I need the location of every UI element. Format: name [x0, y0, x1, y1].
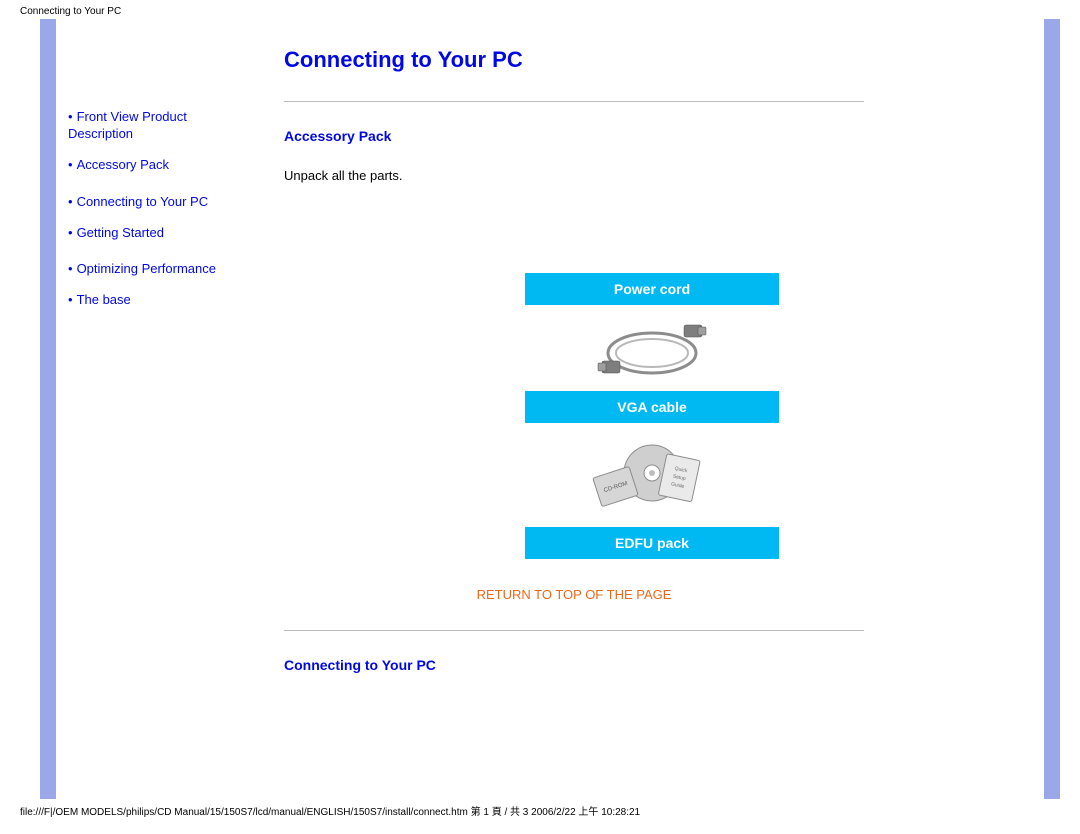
- vga-cable-label: VGA cable: [525, 391, 779, 423]
- bullet-icon: •: [68, 261, 77, 276]
- sidebar-item-label: Connecting to Your PC: [77, 194, 209, 209]
- cable-icon: [592, 313, 712, 383]
- sidebar-item-label: The base: [77, 292, 131, 307]
- bullet-icon: •: [68, 157, 77, 172]
- sidebar-item-accessory-pack[interactable]: •Accessory Pack: [68, 157, 244, 174]
- power-cord-label: Power cord: [525, 273, 779, 305]
- main-content: Connecting to Your PC Accessory Pack Unp…: [256, 19, 1044, 799]
- cd-and-booklet-icon: CD-ROM Quick Setup Guide: [592, 435, 712, 515]
- divider: [284, 630, 864, 631]
- page-title: Connecting to Your PC: [284, 47, 1020, 73]
- footer-path-text: file:///F|/OEM MODELS/philips/CD Manual/…: [0, 799, 1080, 818]
- bullet-icon: •: [68, 194, 77, 209]
- sidebar-item-label: Getting Started: [77, 225, 164, 240]
- edfu-pack-image-cell: CD-ROM Quick Setup Guide: [525, 423, 779, 527]
- sidebar-item-optimizing[interactable]: •Optimizing Performance: [68, 261, 244, 278]
- decorative-left-bar: [40, 19, 56, 799]
- bullet-icon: •: [68, 292, 77, 307]
- accessory-table: Power cord V: [525, 273, 779, 559]
- edfu-pack-label: EDFU pack: [525, 527, 779, 559]
- unpack-text: Unpack all the parts.: [284, 168, 1020, 183]
- bullet-icon: •: [68, 109, 77, 124]
- sidebar-item-label: Front View Product Description: [68, 109, 187, 141]
- sidebar-item-connecting[interactable]: •Connecting to Your PC: [68, 194, 244, 211]
- divider: [284, 101, 864, 102]
- decorative-right-bar: [1044, 19, 1060, 799]
- sidebar-item-the-base[interactable]: •The base: [68, 292, 244, 309]
- header-path-text: Connecting to Your PC: [0, 0, 1080, 19]
- connecting-to-pc-heading: Connecting to Your PC: [284, 657, 1020, 673]
- page-body: •Front View Product Description •Accesso…: [40, 19, 1060, 799]
- sidebar-item-getting-started[interactable]: •Getting Started: [68, 225, 244, 242]
- return-to-top-link[interactable]: RETURN TO TOP OF THE PAGE: [284, 587, 864, 602]
- vga-cable-image-cell: [525, 305, 779, 391]
- bullet-icon: •: [68, 225, 77, 240]
- sidebar-item-label: Optimizing Performance: [77, 261, 216, 276]
- sidebar-item-label: Accessory Pack: [77, 157, 169, 172]
- accessory-pack-heading: Accessory Pack: [284, 128, 1020, 144]
- sidebar-nav: •Front View Product Description •Accesso…: [56, 19, 256, 799]
- sidebar-item-front-view[interactable]: •Front View Product Description: [68, 109, 244, 143]
- content-area: •Front View Product Description •Accesso…: [56, 19, 1044, 799]
